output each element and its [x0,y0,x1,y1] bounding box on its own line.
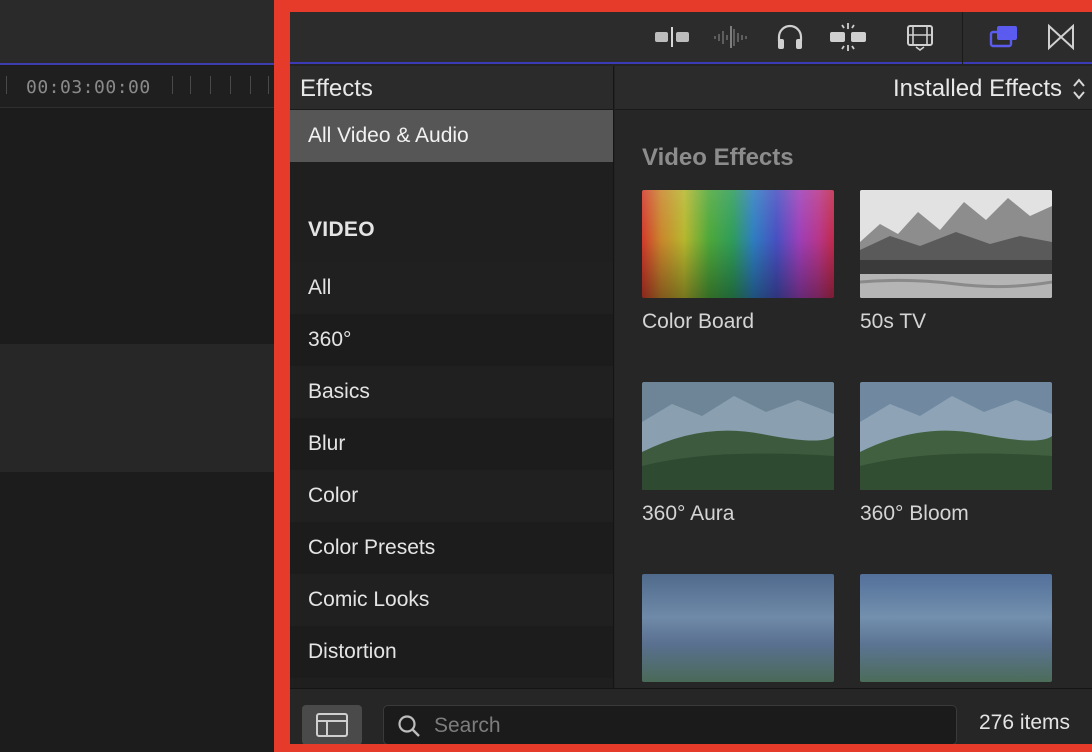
sidebar-item-color-presets[interactable]: Color Presets [290,522,613,574]
timeline-ruler[interactable]: 00:03:00:00 [0,66,290,108]
browser-footer: 276 items [290,688,1092,744]
ruler-tick [250,76,251,94]
effects-grid: Video Effects Color Board 50s TV 360° Au… [615,110,1092,688]
panel-toolbar [290,12,1092,64]
transitions-browser-icon[interactable] [1041,22,1081,52]
sidebar-item-basics[interactable]: Basics [290,366,613,418]
sidebar-section-video: VIDEO [308,218,375,241]
effect-label: 50s TV [860,310,927,333]
category-sidebar: All Video & Audio VIDEO All 360° Basics … [290,110,614,688]
chevron-updown-icon[interactable] [1070,76,1088,102]
search-icon [398,715,420,737]
sidebar-toggle-button[interactable] [302,705,362,744]
clip-skimming-icon[interactable] [652,22,692,52]
audio-skimming-icon[interactable] [711,22,751,52]
filmstrip-icon[interactable] [900,22,940,52]
search-input[interactable] [434,712,934,740]
headphones-icon[interactable] [770,22,810,52]
timeline-divider [0,63,290,65]
effects-browser-icon[interactable] [984,22,1024,52]
effect-thumbnail-360-aura[interactable] [642,382,834,490]
ruler-tick [230,76,231,94]
toolbar-separator [962,12,963,64]
search-field[interactable] [383,705,957,744]
sidebar-item-distortion[interactable]: Distortion [290,626,613,678]
ruler-tick [172,76,173,94]
ruler-tick [6,76,7,94]
sidebar-item-color[interactable]: Color [290,470,613,522]
effect-label: 360° Bloom [860,502,969,525]
sidebar-item-360[interactable]: 360° [290,314,613,366]
item-count: 276 items [979,711,1071,734]
ruler-tick [210,76,211,94]
ruler-tick [268,76,269,94]
effect-thumbnail[interactable] [642,574,834,682]
timecode-label: 00:03:00:00 [26,77,151,98]
sidebar-item-blur[interactable]: Blur [290,418,613,470]
installed-effects-select[interactable]: Installed Effects [893,75,1062,103]
timeline-area: 00:03:00:00 [0,0,290,752]
snapping-icon[interactable] [828,22,868,52]
sidebar-layout-icon [316,713,348,737]
timeline-track-highlighted[interactable] [0,344,290,472]
effect-thumbnail-color-board[interactable] [642,190,834,298]
sidebar-item-all-video-audio[interactable]: All Video & Audio [290,110,613,162]
effect-thumbnail-50s-tv[interactable] [860,190,1052,298]
effect-label: Color Board [642,310,755,333]
effects-browser-panel: Effects Installed Effects All Video & Au… [290,12,1092,744]
filter-header: Installed Effects [615,66,1092,110]
section-title: Video Effects [642,144,794,171]
effect-thumbnail-360-bloom[interactable] [860,382,1052,490]
ruler-tick [190,76,191,94]
sidebar-item-all[interactable]: All [290,262,613,314]
effect-thumbnail[interactable] [860,574,1052,682]
timeline-toolbar [0,0,290,64]
browser-header: Effects [290,66,614,110]
timeline-track[interactable] [0,472,290,752]
effect-label: 360° Aura [642,502,735,525]
browser-title: Effects [300,75,373,102]
timeline-track[interactable] [0,108,290,344]
sidebar-item-comic-looks[interactable]: Comic Looks [290,574,613,626]
